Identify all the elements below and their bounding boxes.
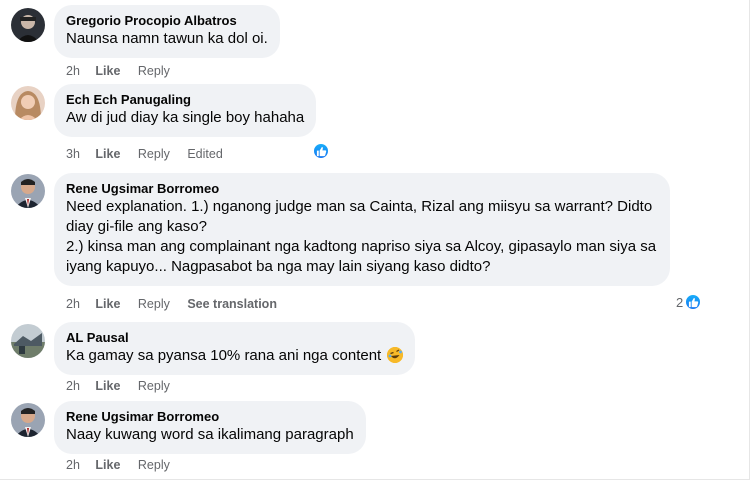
comment-bubble: AL Pausal Ka gamay sa pyansa 10% rana an… xyxy=(54,322,416,375)
like-reaction-icon xyxy=(312,142,330,160)
comment-text: Naay kuwang word sa ikalimang paragraph xyxy=(66,426,354,443)
avatar[interactable] xyxy=(11,403,45,437)
comment-actions: 2h Like Reply See translation xyxy=(66,296,291,312)
comment-actions: 2h Like Reply xyxy=(66,378,184,394)
reply-button[interactable]: Reply xyxy=(138,297,170,311)
like-button[interactable]: Like xyxy=(95,379,120,393)
reply-button[interactable]: Reply xyxy=(138,379,170,393)
comment-author[interactable]: Gregorio Procopio Albatros xyxy=(66,13,268,29)
comment-text-content: Ka gamay sa pyansa 10% rana ani nga cont… xyxy=(66,347,382,364)
comment-author[interactable]: AL Pausal xyxy=(66,330,403,346)
avatar[interactable] xyxy=(11,174,45,208)
comment-time[interactable]: 2h xyxy=(66,297,80,311)
comment-author[interactable]: Rene Ugsimar Borromeo xyxy=(66,181,656,197)
comment-bubble: Ech Ech Panugaling Aw di jud diay ka sin… xyxy=(54,84,317,137)
comment-actions: 3h Like Reply Edited xyxy=(66,146,237,162)
edited-label[interactable]: Edited xyxy=(187,147,222,161)
comment-time[interactable]: 2h xyxy=(66,458,80,472)
comment-time[interactable]: 2h xyxy=(66,379,80,393)
avatar[interactable] xyxy=(11,8,45,42)
comment-time[interactable]: 2h xyxy=(66,64,80,78)
comment-text-line: Need explanation. 1.) nganong judge man … xyxy=(66,198,653,215)
rolling-on-floor-laughing-emoji xyxy=(387,347,404,363)
reply-button[interactable]: Reply xyxy=(138,458,170,472)
comment-bubble: Gregorio Procopio Albatros Naunsa namn t… xyxy=(54,5,280,58)
comment-actions: 2h Like Reply xyxy=(66,63,184,79)
comment-actions: 2h Like Reply xyxy=(66,457,184,473)
like-button[interactable]: Like xyxy=(95,297,120,311)
comment-text: Ka gamay sa pyansa 10% rana ani nga cont… xyxy=(66,346,404,366)
reaction-summary[interactable] xyxy=(312,142,330,160)
like-button[interactable]: Like xyxy=(95,64,120,78)
comment-time[interactable]: 3h xyxy=(66,147,80,161)
like-reaction-icon xyxy=(684,293,703,311)
reply-button[interactable]: Reply xyxy=(138,147,170,161)
avatar[interactable] xyxy=(11,324,45,358)
comment-text-line: diay gi-file ang kaso? xyxy=(66,218,207,235)
like-button[interactable]: Like xyxy=(95,458,120,472)
comment-bubble: Rene Ugsimar Borromeo Naay kuwang word s… xyxy=(54,401,366,454)
comment-text: Aw di jud diay ka single boy hahaha xyxy=(66,109,305,126)
like-button[interactable]: Like xyxy=(95,147,120,161)
comment-bubble: Rene Ugsimar Borromeo Need explanation. … xyxy=(54,173,671,286)
comment-thread: Gregorio Procopio Albatros Naunsa namn t… xyxy=(0,0,750,480)
reaction-summary[interactable]: 2 xyxy=(676,293,703,311)
comment-author[interactable]: Rene Ugsimar Borromeo xyxy=(66,409,354,425)
reply-button[interactable]: Reply xyxy=(138,64,170,78)
comment-text: Naunsa namn tawun ka dol oi. xyxy=(66,30,268,47)
avatar[interactable] xyxy=(11,86,45,120)
reaction-count: 2 xyxy=(676,294,684,310)
see-translation-link[interactable]: See translation xyxy=(187,297,277,311)
comment-text-line: 2.) kinsa man ang complainant nga kadton… xyxy=(66,238,657,255)
comment-text-line: iyang kapuyo... Nagpasabot ba nga may la… xyxy=(66,258,491,275)
comment-author[interactable]: Ech Ech Panugaling xyxy=(66,92,304,108)
